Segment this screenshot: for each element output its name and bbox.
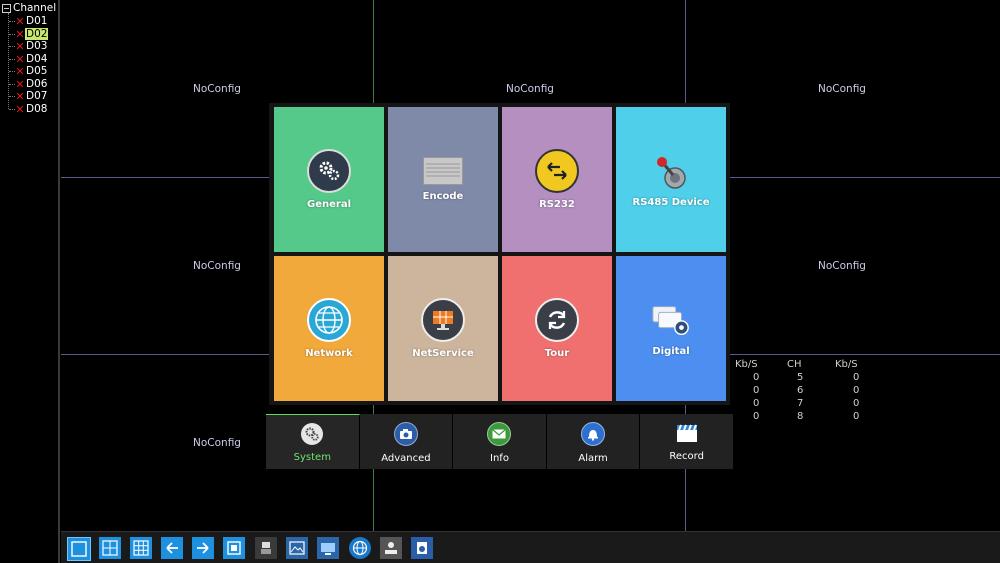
channel-tree-header[interactable]: Channel — [2, 2, 56, 14]
bottom-toolbar — [61, 531, 1000, 563]
tile-label: Digital — [652, 346, 690, 357]
tile-label: Encode — [422, 191, 464, 202]
camera-icon — [393, 422, 418, 446]
refresh-icon — [535, 298, 579, 342]
digital-icon — [651, 300, 691, 340]
ptz-icon[interactable] — [255, 537, 277, 559]
tile-label: Tour — [544, 348, 570, 359]
stats-header-kbs: Kb/S — [735, 359, 758, 370]
channel-item-d02[interactable]: ✕ D02 — [9, 27, 49, 41]
clapper-icon — [676, 422, 698, 444]
cell-status-4: NoConfig — [193, 260, 241, 272]
tile-label: RS485 Device — [632, 197, 710, 208]
quad-view-icon[interactable] — [99, 537, 121, 559]
stats-cell: 6 — [797, 385, 804, 396]
bell-icon — [581, 422, 606, 446]
fullscreen-icon[interactable] — [223, 537, 245, 559]
tile-label: RS232 — [539, 199, 575, 210]
disconnected-icon: ✕ — [15, 102, 25, 116]
cell-status-2: NoConfig — [506, 83, 554, 95]
gears-icon — [307, 149, 351, 193]
logout-icon[interactable] — [411, 537, 433, 559]
user-icon[interactable] — [380, 537, 402, 559]
single-view-icon[interactable] — [67, 537, 91, 561]
stats-cell: 0 — [853, 398, 860, 409]
stats-cell: 0 — [853, 372, 860, 383]
cell-status-3: NoConfig — [818, 83, 866, 95]
globe-icon — [307, 298, 351, 342]
tile-general[interactable]: General — [274, 107, 384, 252]
tile-label: NetService — [412, 348, 474, 359]
cell-status-1: NoConfig — [193, 83, 241, 95]
stats-cell: 0 — [753, 372, 760, 383]
tab-alarm[interactable]: Alarm — [546, 414, 641, 469]
stats-cell: 8 — [797, 411, 804, 422]
tab-label: Info — [490, 453, 509, 464]
channel-item-d08[interactable]: ✕ D08 — [9, 103, 48, 115]
stats-cell: 5 — [797, 372, 804, 383]
disconnected-icon: ✕ — [15, 27, 25, 41]
disconnected-icon: ✕ — [15, 39, 25, 53]
disconnected-icon: ✕ — [15, 64, 25, 78]
channel-item-d06[interactable]: ✕ D06 — [9, 78, 48, 90]
tab-advanced[interactable]: Advanced — [359, 414, 454, 469]
arrows-icon — [535, 149, 579, 193]
tile-encode[interactable]: Encode — [388, 107, 498, 252]
disconnected-icon: ✕ — [15, 52, 25, 66]
image-icon[interactable] — [286, 537, 308, 559]
tab-record[interactable]: Record — [640, 414, 734, 469]
channel-sidebar: Channel ✕ D01 ✕ D02 ✕ D03 ✕ D04 ✕ D05 ✕ D06 ✕ D… — [0, 0, 60, 563]
main-menu-panel: General Encode RS232 RS485 Device Networ… — [269, 103, 730, 405]
tab-label: Alarm — [578, 453, 608, 464]
channel-item-d05[interactable]: ✕ D05 — [9, 65, 48, 77]
stats-cell: 0 — [853, 385, 860, 396]
gears-icon — [301, 423, 324, 445]
tile-rs232[interactable]: RS232 — [502, 107, 612, 252]
tile-digital[interactable]: Digital — [616, 256, 726, 401]
collapse-icon[interactable] — [2, 3, 11, 13]
disconnected-icon: ✕ — [15, 14, 25, 28]
tab-label: Record — [669, 451, 704, 462]
stats-cell: 7 — [797, 398, 804, 409]
tab-info[interactable]: Info — [453, 414, 547, 469]
tile-label: Network — [305, 348, 353, 359]
channel-item-d01[interactable]: ✕ D01 — [9, 15, 48, 27]
tile-label: General — [307, 199, 351, 210]
mail-icon — [487, 422, 512, 446]
channel-title: Channel — [13, 2, 57, 14]
stats-cell: 0 — [753, 385, 760, 396]
stats-cell: 0 — [753, 411, 760, 422]
tile-tour[interactable]: Tour — [502, 256, 612, 401]
channel-item-d07[interactable]: ✕ D07 — [9, 90, 48, 102]
network-icon[interactable] — [349, 537, 371, 559]
encode-icon — [423, 157, 463, 185]
menu-tabs: System Advanced Info Alarm Record — [266, 414, 734, 469]
stats-cell: 0 — [853, 411, 860, 422]
tab-label: System — [293, 452, 331, 463]
tab-system[interactable]: System — [266, 414, 360, 469]
cell-status-7: NoConfig — [193, 437, 241, 449]
monitor-icon — [421, 298, 465, 342]
cell-status-6: NoConfig — [818, 260, 866, 272]
tile-network[interactable]: Network — [274, 256, 384, 401]
disconnected-icon: ✕ — [15, 89, 25, 103]
next-icon[interactable] — [192, 537, 214, 559]
prev-icon[interactable] — [161, 537, 183, 559]
tab-label: Advanced — [381, 453, 431, 464]
joystick-icon — [651, 151, 691, 191]
disconnected-icon: ✕ — [15, 77, 25, 91]
tile-netservice[interactable]: NetService — [388, 256, 498, 401]
monitor-icon[interactable] — [317, 537, 339, 559]
tile-rs485-device[interactable]: RS485 Device — [616, 107, 726, 252]
channel-item-d03[interactable]: ✕ D03 — [9, 40, 48, 52]
stats-cell: 0 — [753, 398, 760, 409]
stats-header-ch: CH — [787, 359, 802, 370]
channel-item-d04[interactable]: ✕ D04 — [9, 53, 48, 65]
nine-view-icon[interactable] — [130, 537, 152, 559]
stats-header-kbs2: Kb/S — [835, 359, 858, 370]
